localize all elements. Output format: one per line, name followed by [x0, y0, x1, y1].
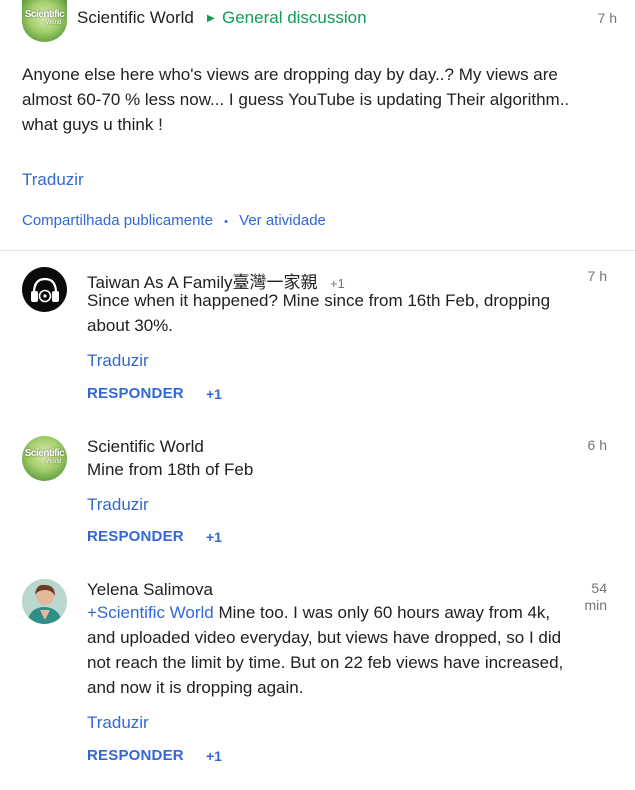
- comment-timestamp[interactable]: 54 min: [570, 580, 607, 614]
- timestamp-unit: min: [584, 597, 607, 613]
- avatar-logo-text: Scientific: [24, 9, 65, 20]
- post-author-avatar[interactable]: Scientific World: [22, 0, 67, 42]
- comment-translate-link[interactable]: Traduzir: [87, 495, 149, 515]
- post-translate-link[interactable]: Traduzir: [22, 170, 84, 190]
- plus-one-button[interactable]: +1: [206, 386, 222, 402]
- post-author-name[interactable]: Scientific World: [77, 8, 194, 28]
- meta-separator: •: [224, 216, 228, 228]
- plus-one-button[interactable]: +1: [206, 529, 222, 545]
- comment-body: Since when it happened? Mine since from …: [87, 291, 551, 335]
- comment-2-avatar[interactable]: Scientific World: [22, 436, 67, 481]
- avatar-logo-subtext: World: [45, 458, 62, 465]
- reply-button[interactable]: RESPONDER: [87, 747, 184, 764]
- arrow-right-icon: ▶: [207, 13, 215, 24]
- comment-1-avatar[interactable]: [22, 267, 67, 312]
- comment-body: +Scientific World Mine too. I was only 6…: [87, 600, 565, 700]
- post-visibility: Compartilhada publicamente • Ver ativida…: [22, 212, 326, 229]
- comment-translate-link[interactable]: Traduzir: [87, 351, 149, 371]
- community-link[interactable]: General discussion: [222, 8, 367, 28]
- comment-author-name[interactable]: Scientific World: [87, 437, 204, 457]
- reply-button[interactable]: RESPONDER: [87, 385, 184, 402]
- shared-publicly-link[interactable]: Compartilhada publicamente: [22, 212, 213, 229]
- timestamp-value: 54: [591, 580, 607, 596]
- post-timestamp[interactable]: 7 h: [560, 10, 617, 26]
- user-photo-icon: [22, 579, 67, 624]
- comment-timestamp[interactable]: 6 h: [560, 437, 607, 453]
- post-divider: [0, 250, 635, 251]
- plus-one-button[interactable]: +1: [206, 748, 222, 764]
- avatar-logo-subtext: World: [45, 20, 62, 26]
- comment-body: Mine from 18th of Feb: [87, 460, 254, 479]
- comment-author-name[interactable]: Yelena Salimova: [87, 580, 213, 600]
- headphones-logo-icon: [31, 277, 59, 303]
- view-activity-link[interactable]: Ver atividade: [239, 212, 326, 229]
- comment-3-avatar[interactable]: [22, 579, 67, 624]
- post-body: Anyone else here who's views are droppin…: [22, 65, 570, 134]
- avatar-logo-text: Scientific: [24, 447, 65, 459]
- comment-timestamp[interactable]: 7 h: [560, 268, 607, 284]
- comment-translate-link[interactable]: Traduzir: [87, 713, 149, 733]
- mention-link[interactable]: +Scientific World: [87, 603, 214, 622]
- reply-button[interactable]: RESPONDER: [87, 528, 184, 545]
